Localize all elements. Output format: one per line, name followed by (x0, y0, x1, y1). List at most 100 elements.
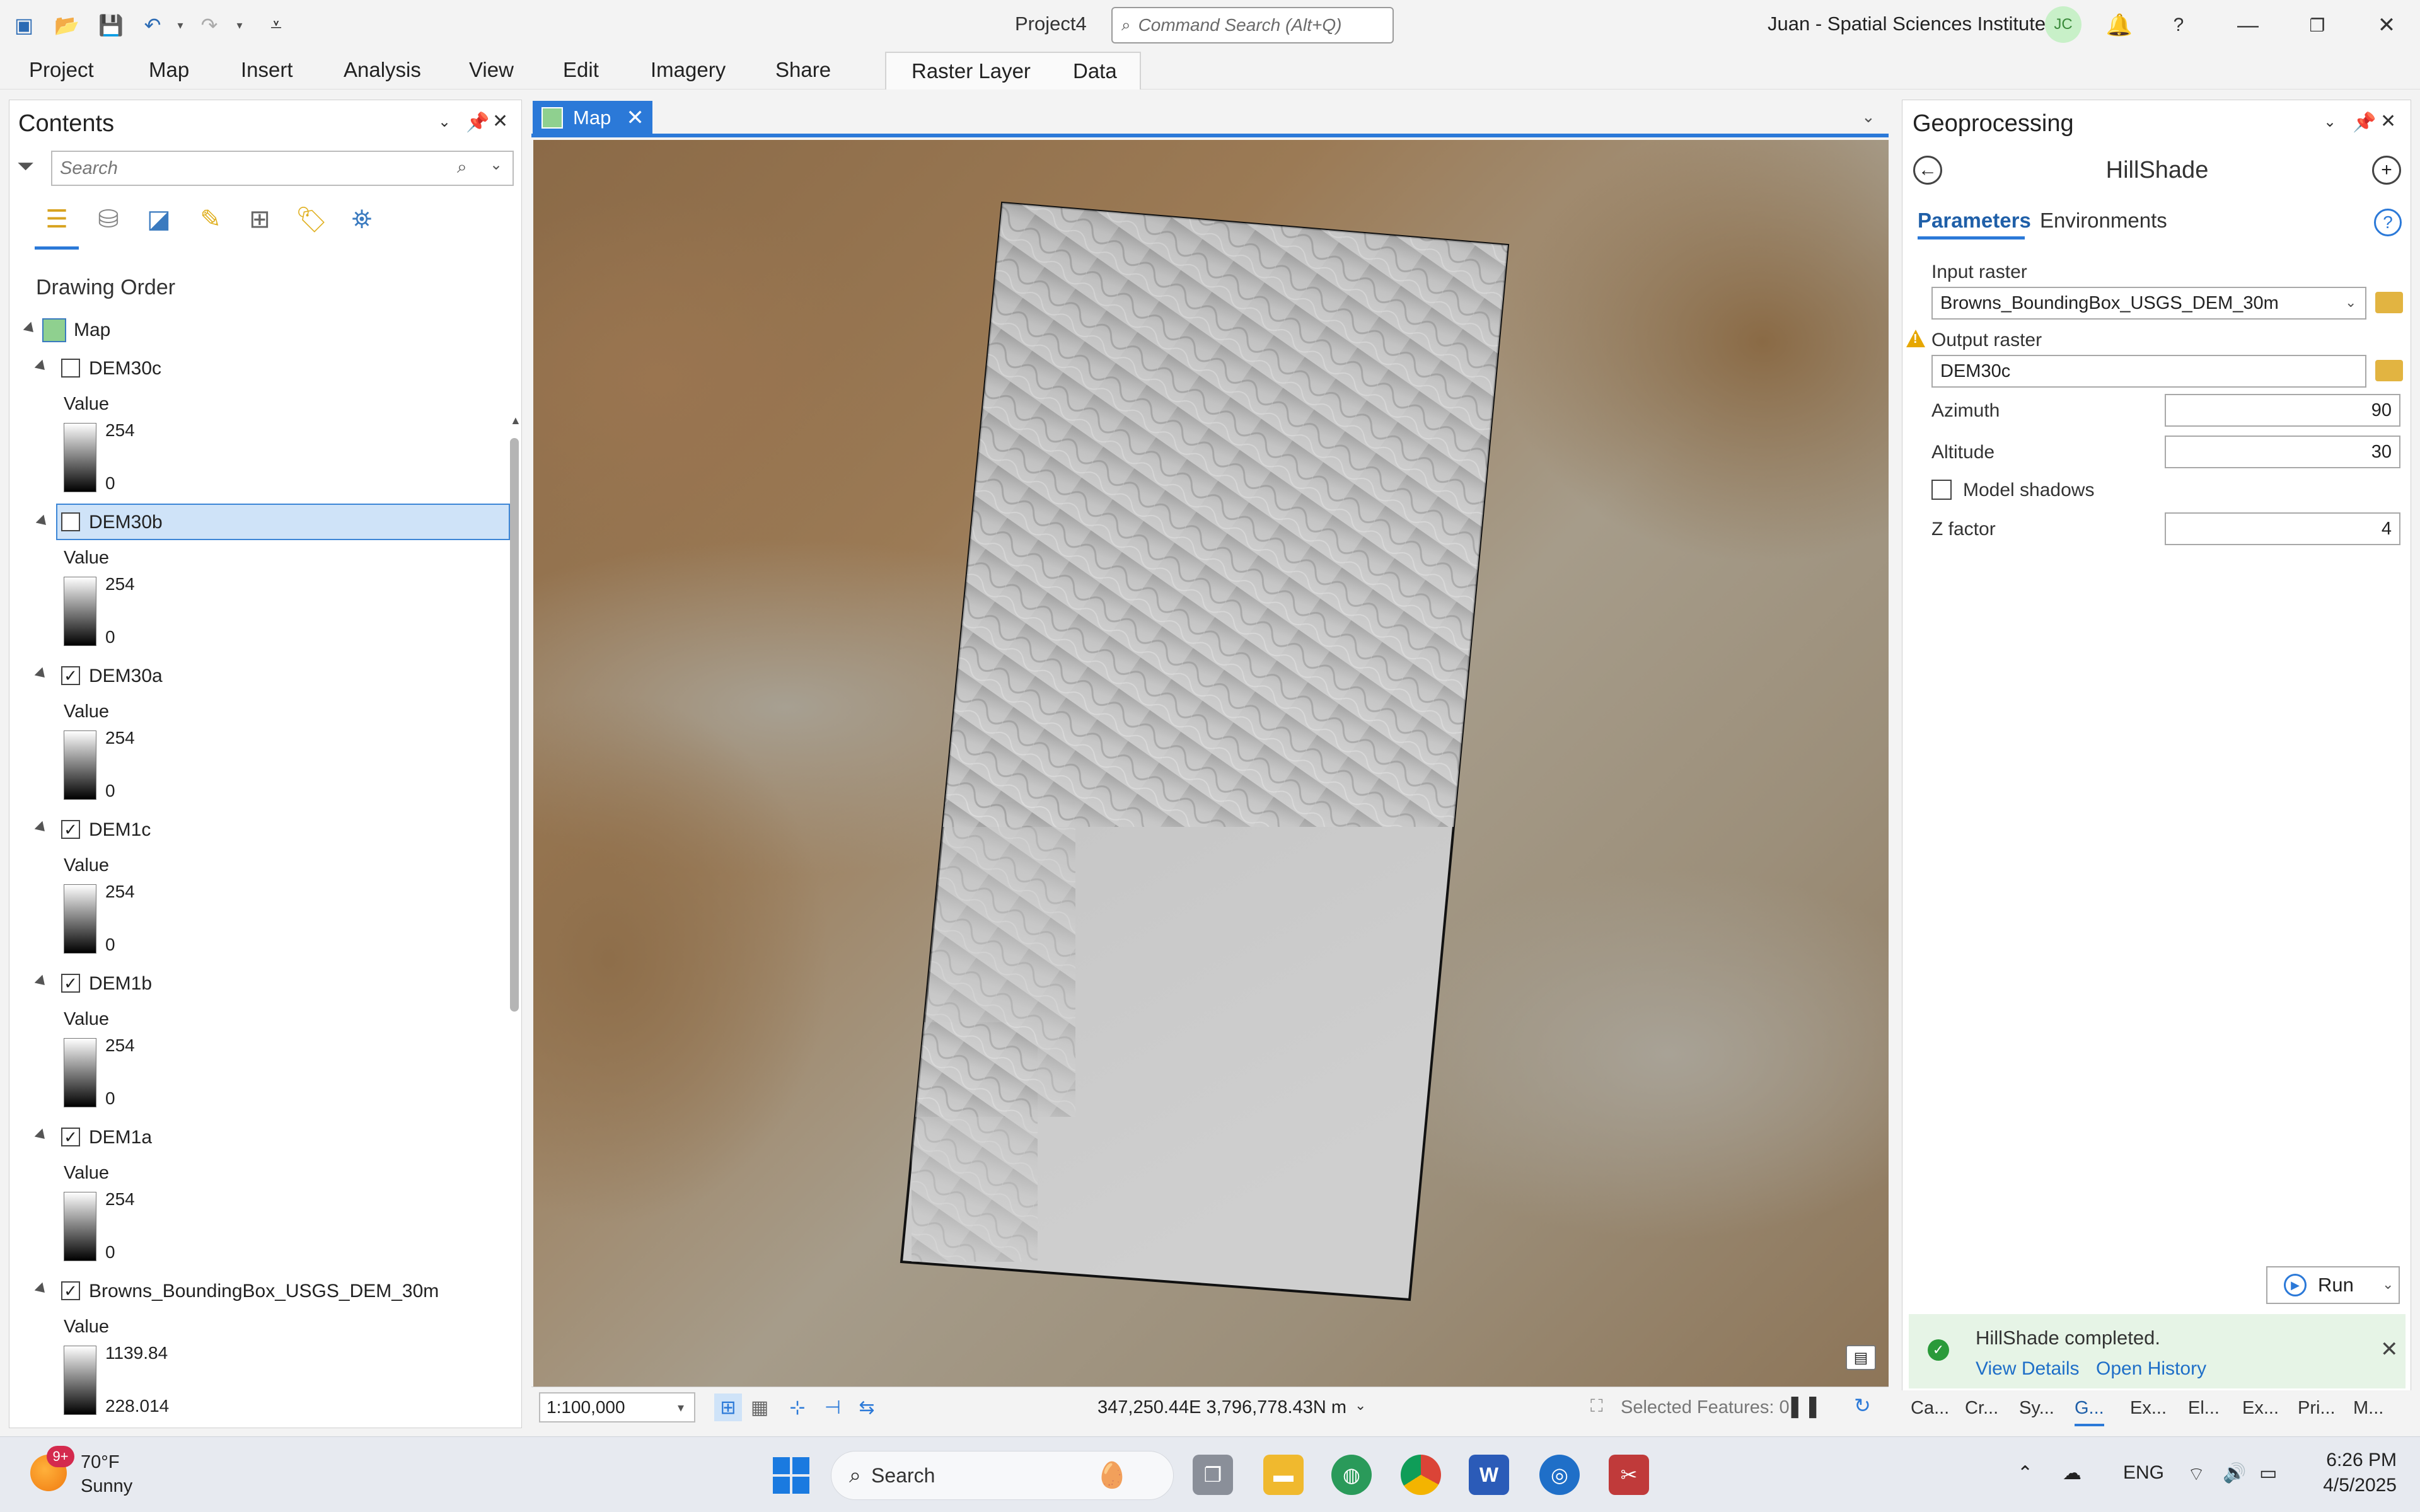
chevron-down-icon[interactable]: ⌄ (490, 156, 502, 174)
layer-row[interactable]: ✓ DEM30a (18, 657, 497, 694)
close-icon[interactable]: ✕ (2369, 8, 2404, 43)
tab-map[interactable]: Map (149, 58, 189, 82)
snapping-icon[interactable]: ⊹ (784, 1394, 811, 1421)
z-factor-field[interactable]: 4 (2165, 512, 2400, 545)
dock-tab-symbology[interactable]: Sy... (2019, 1398, 2054, 1419)
layer-row[interactable]: DEM30b (35, 504, 510, 540)
pane-options-icon[interactable]: ⌄ (2324, 113, 2336, 131)
chevron-down-icon[interactable]: ⌄ (2382, 1276, 2394, 1293)
dock-tab-catalog[interactable]: Ca... (1911, 1398, 1949, 1419)
layer-visibility-checkbox[interactable]: ✓ (61, 1128, 80, 1146)
expander-icon[interactable] (35, 514, 50, 529)
list-by-drawing-order-icon[interactable]: ☰ (37, 200, 76, 239)
contents-search-input[interactable]: Search ⌕ ⌄ (51, 151, 514, 186)
filter-icon[interactable]: ⏷ (17, 154, 34, 179)
clock-time[interactable]: 6:26 PM (2315, 1450, 2397, 1471)
show-hidden-icons-icon[interactable]: ⌃ (2017, 1462, 2033, 1484)
browse-folder-icon[interactable] (2375, 292, 2403, 313)
output-raster-field[interactable]: DEM30c (1931, 355, 2366, 388)
layer-row[interactable]: ✓ Browns_BoundingBox_USGS_DEM_30m (18, 1273, 497, 1309)
map-legend-toggle-icon[interactable]: ▤ (1846, 1345, 1876, 1370)
layer-row[interactable]: ✓ DEM1c (18, 811, 497, 848)
run-button[interactable]: ▶ Run ⌄ (2266, 1266, 2400, 1304)
layer-row[interactable]: DEM30c (18, 350, 497, 386)
fixed-zoom-icon[interactable]: ⊞ (714, 1394, 742, 1421)
chevron-down-icon[interactable]: ⌄ (2345, 294, 2356, 311)
dock-tab-explore[interactable]: Ex... (2130, 1398, 2167, 1419)
expander-icon[interactable] (34, 1128, 49, 1143)
notification-bell-icon[interactable]: 🔔 (2102, 8, 2137, 43)
close-notice-icon[interactable]: ✕ (2380, 1337, 2399, 1362)
expander-icon[interactable] (34, 359, 49, 374)
open-project-icon[interactable]: 📂 (52, 10, 82, 40)
clock-date[interactable]: 4/5/2025 (2302, 1475, 2397, 1496)
user-name[interactable]: Juan - Spatial Sciences Institute (1768, 13, 2046, 35)
dock-tab-more[interactable]: M... (2353, 1398, 2383, 1419)
tab-environments[interactable]: Environments (2040, 209, 2167, 233)
tab-raster-layer[interactable]: Raster Layer (912, 59, 1031, 83)
tab-edit[interactable]: Edit (563, 58, 599, 82)
layer-row[interactable]: ✓ DEM1b (18, 965, 497, 1001)
open-history-link[interactable]: Open History (2096, 1358, 2206, 1380)
save-project-icon[interactable]: 💾 (96, 10, 126, 40)
volume-icon[interactable]: 🔊 (2223, 1462, 2246, 1484)
tab-parameters[interactable]: Parameters (1918, 209, 2031, 233)
minimize-icon[interactable]: — (2230, 8, 2266, 43)
search-icon[interactable]: ⌕ (457, 157, 467, 178)
undo-icon[interactable]: ↶ (137, 10, 168, 40)
contents-scrollbar[interactable]: ▲ ▼ (509, 414, 521, 1512)
dock-tab-export[interactable]: Ex... (2242, 1398, 2279, 1419)
redo-icon[interactable]: ↷ (194, 10, 224, 40)
tab-analysis[interactable]: Analysis (344, 58, 421, 82)
list-by-data-source-icon[interactable]: ⛁ (89, 200, 128, 239)
grid-icon[interactable]: ▦ (746, 1394, 773, 1421)
tab-project[interactable]: Project (29, 58, 94, 82)
tab-share[interactable]: Share (775, 58, 831, 82)
expander-icon[interactable] (34, 667, 49, 682)
browse-folder-icon[interactable] (2375, 360, 2403, 381)
list-by-snapping-icon[interactable]: ⊞ (240, 200, 279, 239)
dock-tab-geoprocessing[interactable]: G... (2075, 1398, 2104, 1426)
weather-temperature[interactable]: 70°F (81, 1452, 120, 1473)
expander-icon[interactable] (34, 974, 49, 990)
list-by-selection-icon[interactable]: ◪ (139, 200, 178, 239)
map-canvas[interactable]: ▤ (533, 140, 1889, 1387)
weather-condition[interactable]: Sunny (81, 1476, 132, 1497)
expander-icon[interactable] (34, 821, 49, 836)
layer-visibility-checkbox[interactable]: ✓ (61, 1281, 80, 1300)
close-pane-icon[interactable]: ✕ (492, 110, 508, 132)
start-button-icon[interactable] (773, 1457, 809, 1494)
expander-icon[interactable] (34, 1282, 49, 1297)
layer-visibility-checkbox[interactable]: ✓ (61, 820, 80, 839)
arcgis-pro-icon[interactable]: ◎ (1539, 1455, 1580, 1495)
pause-drawing-icon[interactable]: ❚❚ (1786, 1394, 1822, 1419)
layer-visibility-checkbox[interactable] (61, 359, 80, 378)
dock-tab-create[interactable]: Cr... (1965, 1398, 1998, 1419)
map-node[interactable]: Map (18, 315, 497, 346)
avatar[interactable]: JC (2045, 6, 2081, 43)
tab-overflow-chevron-icon[interactable]: ⌄ (1861, 107, 1875, 127)
selected-features-count[interactable]: Selected Features: 0 (1621, 1397, 1790, 1418)
command-search-input[interactable]: ⌕ Command Search (Alt+Q) (1111, 7, 1394, 43)
rotate-icon[interactable]: ⇆ (853, 1394, 881, 1421)
input-raster-dropdown[interactable]: Browns_BoundingBox_USGS_DEM_30m ⌄ (1931, 287, 2366, 320)
list-by-editing-icon[interactable]: ✎ (191, 200, 230, 239)
customize-toolbar-icon[interactable]: ⩡ (261, 10, 291, 40)
task-view-icon[interactable]: ❐ (1193, 1455, 1233, 1495)
tab-data[interactable]: Data (1073, 59, 1117, 83)
layer-visibility-checkbox[interactable]: ✓ (61, 666, 80, 685)
file-explorer-icon[interactable]: ▬ (1263, 1455, 1304, 1495)
pane-options-icon[interactable]: ⌄ (438, 113, 451, 131)
onedrive-icon[interactable]: ☁ (2063, 1462, 2081, 1484)
refresh-icon[interactable]: ↻ (1854, 1394, 1871, 1417)
dock-tab-elements[interactable]: El... (2188, 1398, 2220, 1419)
wifi-icon[interactable]: ⌔ (2187, 1462, 2205, 1486)
list-by-labeling-icon[interactable]: 🏷 (292, 200, 331, 239)
pin-icon[interactable]: 📌 (466, 112, 489, 134)
azimuth-field[interactable]: 90 (2165, 394, 2400, 427)
word-icon[interactable]: W (1469, 1455, 1509, 1495)
scale-selector[interactable]: 1:100,000 ▾ (539, 1392, 695, 1423)
chevron-down-icon[interactable]: ▾ (678, 1400, 684, 1416)
arcgis-earth-icon[interactable]: ◍ (1331, 1455, 1372, 1495)
altitude-field[interactable]: 30 (2165, 436, 2400, 468)
